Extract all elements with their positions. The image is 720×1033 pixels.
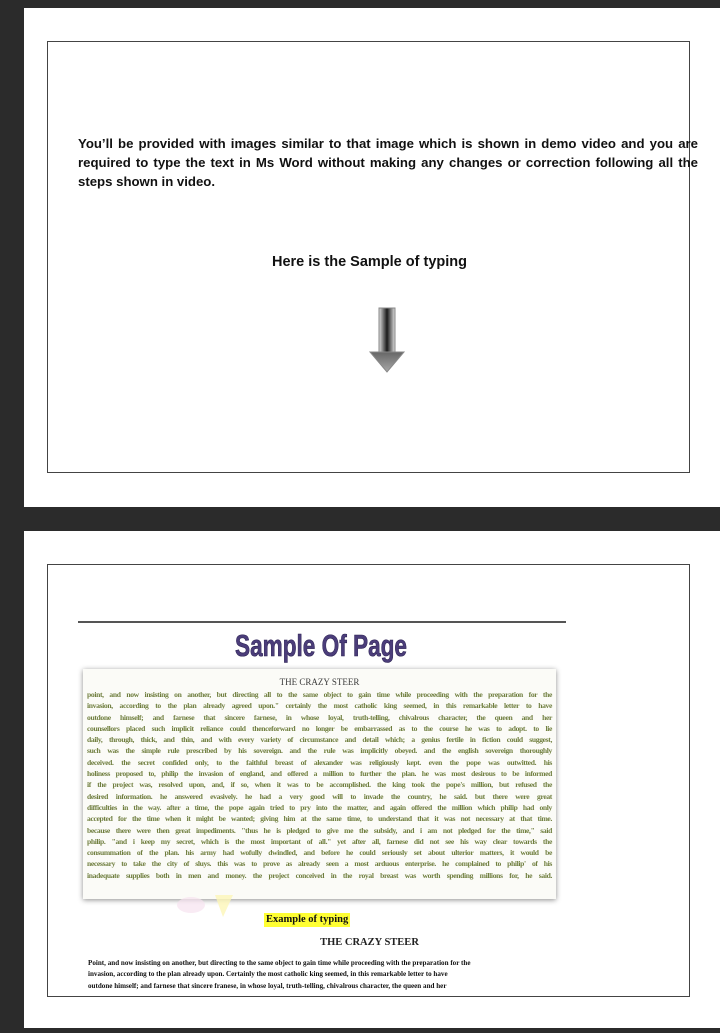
scan-line: such was the simple rule prescribed by h… [87, 746, 552, 756]
scan-smudge-decoration [177, 895, 233, 917]
page-1-border-frame: You’ll be provided with images similar t… [47, 41, 698, 473]
scan-line: difficulties in the way. after a time, t… [87, 802, 552, 812]
example-heading: THE CRAZY STEER [320, 937, 419, 948]
typed-line: invasion, according to the plan already … [88, 970, 448, 979]
scan-title: THE CRAZY STEER [279, 677, 360, 687]
document-page-2: Sample Of Page THE CRAZY STEER point, an… [24, 531, 720, 1028]
scan-line: if the project was, resolved upon, and, … [87, 780, 552, 790]
scan-line: desired information. he answered evasive… [87, 791, 552, 801]
scan-line: holiness proposed to, philip the invasio… [87, 769, 552, 779]
scan-line: outdone himself; and farnese that sincer… [87, 712, 552, 722]
scan-line: counsellors placed such implicit relianc… [87, 723, 552, 733]
document-page-1: You’ll be provided with images similar t… [24, 8, 720, 507]
scan-line: point, and now insisting on another, but… [87, 690, 552, 699]
typed-line: outdone himself; and farnese that sincer… [88, 981, 447, 990]
scan-line: philip. "and i keep my secret, which is … [87, 836, 552, 846]
scan-line: inadequate supplies both in men and mone… [87, 870, 552, 880]
down-arrow-icon [367, 306, 407, 376]
scan-line: invasion, according to the plan already … [87, 701, 552, 711]
example-of-typing-label: Example of typing [264, 913, 351, 927]
sample-page-title-text: Sample Of Page [235, 628, 407, 663]
window-top-strip [0, 0, 720, 8]
page-2-border-frame: Sample Of Page THE CRAZY STEER point, an… [47, 564, 690, 997]
sample-page-title: Sample Of Page [233, 623, 409, 664]
scan-line: necessary to take the city of sluys. thi… [87, 859, 552, 869]
scan-line: daily, through, thick, and thin, and wit… [87, 735, 552, 745]
typed-line: Point, and now insisting on another, but… [88, 959, 471, 967]
scan-line: deceived. the secret confided only, to t… [87, 757, 552, 767]
scan-line: because there were then great impediment… [87, 825, 552, 835]
typed-example-paragraph: Point, and now insisting on another, but… [88, 958, 538, 992]
instructions-paragraph: You’ll be provided with images similar t… [78, 136, 698, 189]
scan-line: accepted for the time when it might be w… [87, 814, 552, 824]
sample-heading: Here is the Sample of typing [272, 254, 467, 270]
scan-line: consummation of the plan. his army had w… [87, 848, 552, 858]
scan-text-block: point, and now insisting on another, but… [87, 689, 552, 881]
scanned-text-image: THE CRAZY STEER point, and now insisting… [83, 669, 556, 899]
